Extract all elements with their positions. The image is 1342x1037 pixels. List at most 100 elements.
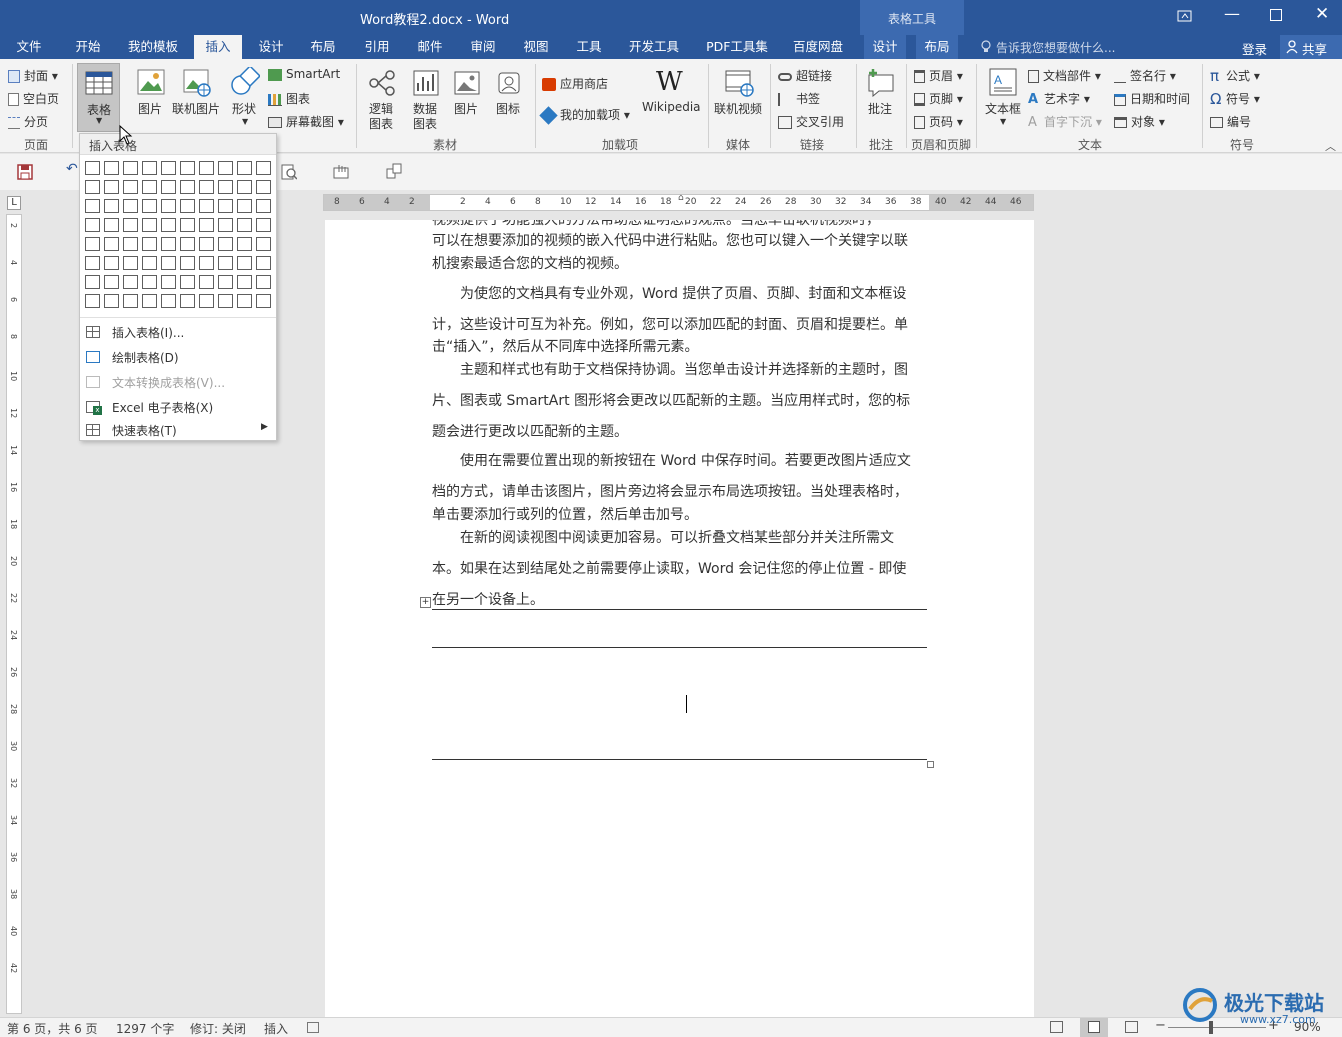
bookmark-button[interactable]: 书签 xyxy=(778,90,820,107)
symbol-button[interactable]: Ω 符号 ▾ xyxy=(1210,90,1260,107)
cover-page-button[interactable]: 封面 ▾ xyxy=(8,67,58,84)
tab-file[interactable]: 文件 xyxy=(8,35,50,59)
page-break-button[interactable]: 分页 xyxy=(8,113,48,130)
menu-draw-table[interactable]: 绘制表格(D) xyxy=(80,345,276,369)
grid-cell[interactable] xyxy=(256,180,271,194)
grid-cell[interactable] xyxy=(161,275,176,289)
table-cell[interactable] xyxy=(432,648,927,759)
menu-insert-table[interactable]: 插入表格(I)... xyxy=(80,320,276,344)
grid-cell[interactable] xyxy=(199,199,214,213)
web-layout-icon[interactable] xyxy=(1125,1021,1138,1033)
comment-button[interactable]: 批注 xyxy=(862,67,900,117)
table-button[interactable]: 表格 ▼ xyxy=(77,63,120,132)
table-resize-handle[interactable] xyxy=(927,761,934,768)
online-video-button[interactable]: 联机视频 xyxy=(712,67,766,117)
tab-home[interactable]: 开始 xyxy=(66,35,110,59)
logic-chart-button[interactable]: 逻辑 图表 xyxy=(364,67,400,133)
insert-mode-status[interactable]: 插入 xyxy=(264,1020,288,1037)
grid-cell[interactable] xyxy=(85,180,100,194)
grid-cell[interactable] xyxy=(256,161,271,175)
touch-mode-icon[interactable] xyxy=(333,163,349,179)
grid-cell[interactable] xyxy=(161,294,176,308)
menu-excel-spreadsheet[interactable]: x Excel 电子表格(X) xyxy=(80,395,276,419)
shapes-button[interactable]: 形状 ▼ xyxy=(228,65,262,129)
screenshot-button[interactable]: 屏幕截图 ▾ xyxy=(268,113,344,130)
grid-cell[interactable] xyxy=(218,218,233,232)
grid-cell[interactable] xyxy=(123,237,138,251)
grid-cell[interactable] xyxy=(180,294,195,308)
footer-button[interactable]: 页脚 ▾ xyxy=(914,90,963,107)
grid-cell[interactable] xyxy=(199,275,214,289)
grid-cell[interactable] xyxy=(85,199,100,213)
grid-cell[interactable] xyxy=(180,237,195,251)
grid-cell[interactable] xyxy=(180,180,195,194)
grid-cell[interactable] xyxy=(142,256,157,270)
grid-cell[interactable] xyxy=(142,161,157,175)
tab-my-templates[interactable]: 我的模板 xyxy=(122,35,184,59)
macro-record-icon[interactable] xyxy=(307,1022,319,1033)
grid-cell[interactable] xyxy=(142,180,157,194)
grid-cell[interactable] xyxy=(142,294,157,308)
print-preview-icon[interactable] xyxy=(281,164,298,180)
horizontal-ruler[interactable]: 8 6 4 2 2 4 6 8 10 12 14 16 18 20 22 24 26 28 30 32 34 36 38 40… xyxy=(323,193,1034,211)
grid-cell[interactable] xyxy=(123,294,138,308)
wikipedia-button[interactable]: W Wikipedia xyxy=(640,67,704,117)
share-button[interactable]: 共享 xyxy=(1280,35,1342,59)
print-layout-icon[interactable] xyxy=(1080,1018,1108,1037)
picture-button[interactable]: 图片 xyxy=(134,67,168,129)
header-button[interactable]: 页眉 ▾ xyxy=(914,67,963,84)
undo-icon[interactable]: ↶ xyxy=(66,161,78,177)
grid-cell[interactable] xyxy=(142,199,157,213)
grid-cell[interactable] xyxy=(161,199,176,213)
grid-cell[interactable] xyxy=(256,275,271,289)
table-move-handle-icon[interactable]: + xyxy=(420,597,431,608)
data-chart-button[interactable]: 数据 图表 xyxy=(408,67,444,133)
grid-cell[interactable] xyxy=(256,256,271,270)
grid-cell[interactable] xyxy=(161,161,176,175)
grid-cell[interactable] xyxy=(104,294,119,308)
grid-cell[interactable] xyxy=(256,218,271,232)
grid-cell[interactable] xyxy=(237,275,252,289)
tab-insert[interactable]: 插入 xyxy=(194,35,242,59)
close-icon[interactable]: ✕ xyxy=(1315,4,1329,24)
grid-cell[interactable] xyxy=(161,180,176,194)
text-box-button[interactable]: A 文本框 ▼ xyxy=(982,67,1024,129)
grid-cell[interactable] xyxy=(85,275,100,289)
grid-cell[interactable] xyxy=(199,294,214,308)
tab-mailings[interactable]: 邮件 xyxy=(409,35,451,59)
zoom-out-icon[interactable]: − xyxy=(1155,1018,1166,1033)
tab-layout[interactable]: 布局 xyxy=(302,35,344,59)
equation-button[interactable]: π 公式 ▾ xyxy=(1210,67,1260,84)
grid-cell[interactable] xyxy=(199,237,214,251)
grid-cell[interactable] xyxy=(85,237,100,251)
grid-cell[interactable] xyxy=(161,218,176,232)
wordart-button[interactable]: A 艺术字 ▾ xyxy=(1028,90,1090,107)
grid-cell[interactable] xyxy=(237,199,252,213)
read-mode-icon[interactable] xyxy=(1050,1021,1063,1033)
grid-cell[interactable] xyxy=(85,294,100,308)
app-store-button[interactable]: 应用商店 xyxy=(542,75,608,92)
grid-cell[interactable] xyxy=(123,256,138,270)
online-picture-button[interactable]: 联机图片 xyxy=(172,67,224,129)
blank-page-button[interactable]: 空白页 xyxy=(8,90,59,107)
grid-cell[interactable] xyxy=(123,275,138,289)
tab-table-design[interactable]: 设计 xyxy=(864,35,906,59)
tab-pdf-tools[interactable]: PDF工具集 xyxy=(700,35,774,59)
grid-cell[interactable] xyxy=(161,256,176,270)
login-link[interactable]: 登录 xyxy=(1242,39,1267,58)
grid-cell[interactable] xyxy=(218,275,233,289)
grid-cell[interactable] xyxy=(161,237,176,251)
grid-cell[interactable] xyxy=(104,275,119,289)
grid-cell[interactable] xyxy=(218,237,233,251)
grid-cell[interactable] xyxy=(218,199,233,213)
ribbon-display-options-icon[interactable] xyxy=(1176,9,1194,23)
tab-tools[interactable]: 工具 xyxy=(568,35,610,59)
tab-references[interactable]: 引用 xyxy=(356,35,398,59)
hyperlink-button[interactable]: 超链接 xyxy=(778,67,832,84)
object-button[interactable]: 对象 ▾ xyxy=(1114,113,1165,130)
grid-cell[interactable] xyxy=(104,180,119,194)
grid-cell[interactable] xyxy=(199,256,214,270)
grid-cell[interactable] xyxy=(180,275,195,289)
grid-cell[interactable] xyxy=(218,180,233,194)
smartart-button[interactable]: SmartArt xyxy=(268,67,340,81)
